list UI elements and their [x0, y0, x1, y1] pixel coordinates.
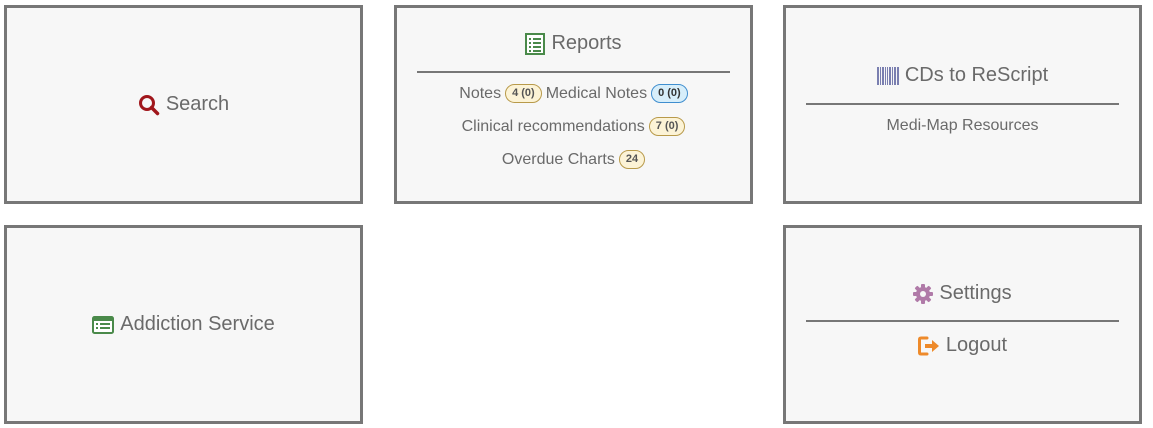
- clinical-recommendations-link[interactable]: Clinical recommendations: [462, 118, 645, 136]
- medical-notes-link[interactable]: Medical Notes: [546, 85, 647, 103]
- overdue-charts-link[interactable]: Overdue Charts: [502, 151, 615, 169]
- logout-link[interactable]: Logout: [917, 334, 1008, 357]
- search-label: Search: [165, 93, 230, 115]
- reports-title-row: Reports: [417, 32, 730, 55]
- reports-tile: Reports Notes 4 (0) Medical Notes 0 (0) …: [394, 5, 753, 204]
- settings-divider: [806, 320, 1119, 322]
- barcode-icon: [876, 66, 899, 85]
- reports-notes-row: Notes 4 (0) Medical Notes 0 (0): [397, 84, 750, 103]
- reports-overdue-row: Overdue Charts 24: [397, 150, 750, 169]
- addiction-tile-content: Addiction Service: [7, 228, 360, 421]
- reports-icon: [525, 32, 546, 55]
- cds-title-row: CDs to ReScript: [806, 64, 1119, 87]
- logout-label: Logout: [945, 334, 1008, 356]
- addiction-service-label: Addiction Service: [120, 313, 275, 335]
- overdue-charts-badge: 24: [618, 150, 646, 169]
- medical-notes-badge: 0 (0): [651, 84, 688, 103]
- reports-title: Reports: [551, 32, 622, 54]
- cds-divider: [806, 103, 1119, 105]
- settings-link[interactable]: Settings: [913, 282, 1012, 305]
- gear-icon: [913, 283, 934, 304]
- list-icon: [92, 315, 115, 334]
- settings-tile: Settings Logout: [783, 225, 1142, 424]
- addiction-tile[interactable]: Addiction Service: [4, 225, 363, 424]
- notes-link[interactable]: Notes: [459, 85, 501, 103]
- cds-resources-row: Medi-Map Resources: [786, 117, 1139, 135]
- search-tile-content: Search: [7, 8, 360, 201]
- reports-divider: [417, 71, 730, 73]
- cds-title: CDs to ReScript: [904, 64, 1049, 86]
- notes-badge: 4 (0): [505, 84, 542, 103]
- search-link[interactable]: Search: [138, 93, 229, 116]
- reports-link[interactable]: Reports: [525, 32, 622, 55]
- logout-row: Logout: [806, 334, 1119, 357]
- cds-tile: CDs to ReScript Medi-Map Resources: [783, 5, 1142, 204]
- search-icon: [138, 94, 160, 116]
- cds-to-rescript-link[interactable]: CDs to ReScript: [876, 64, 1049, 87]
- medi-map-resources-link[interactable]: Medi-Map Resources: [886, 117, 1038, 135]
- addiction-service-link[interactable]: Addiction Service: [92, 313, 275, 336]
- logout-icon: [917, 336, 940, 356]
- clinical-recommendations-badge: 7 (0): [648, 117, 686, 136]
- search-tile[interactable]: Search: [4, 5, 363, 204]
- reports-clinical-row: Clinical recommendations 7 (0): [397, 117, 750, 136]
- settings-title-row: Settings: [806, 282, 1119, 305]
- settings-label: Settings: [939, 282, 1012, 304]
